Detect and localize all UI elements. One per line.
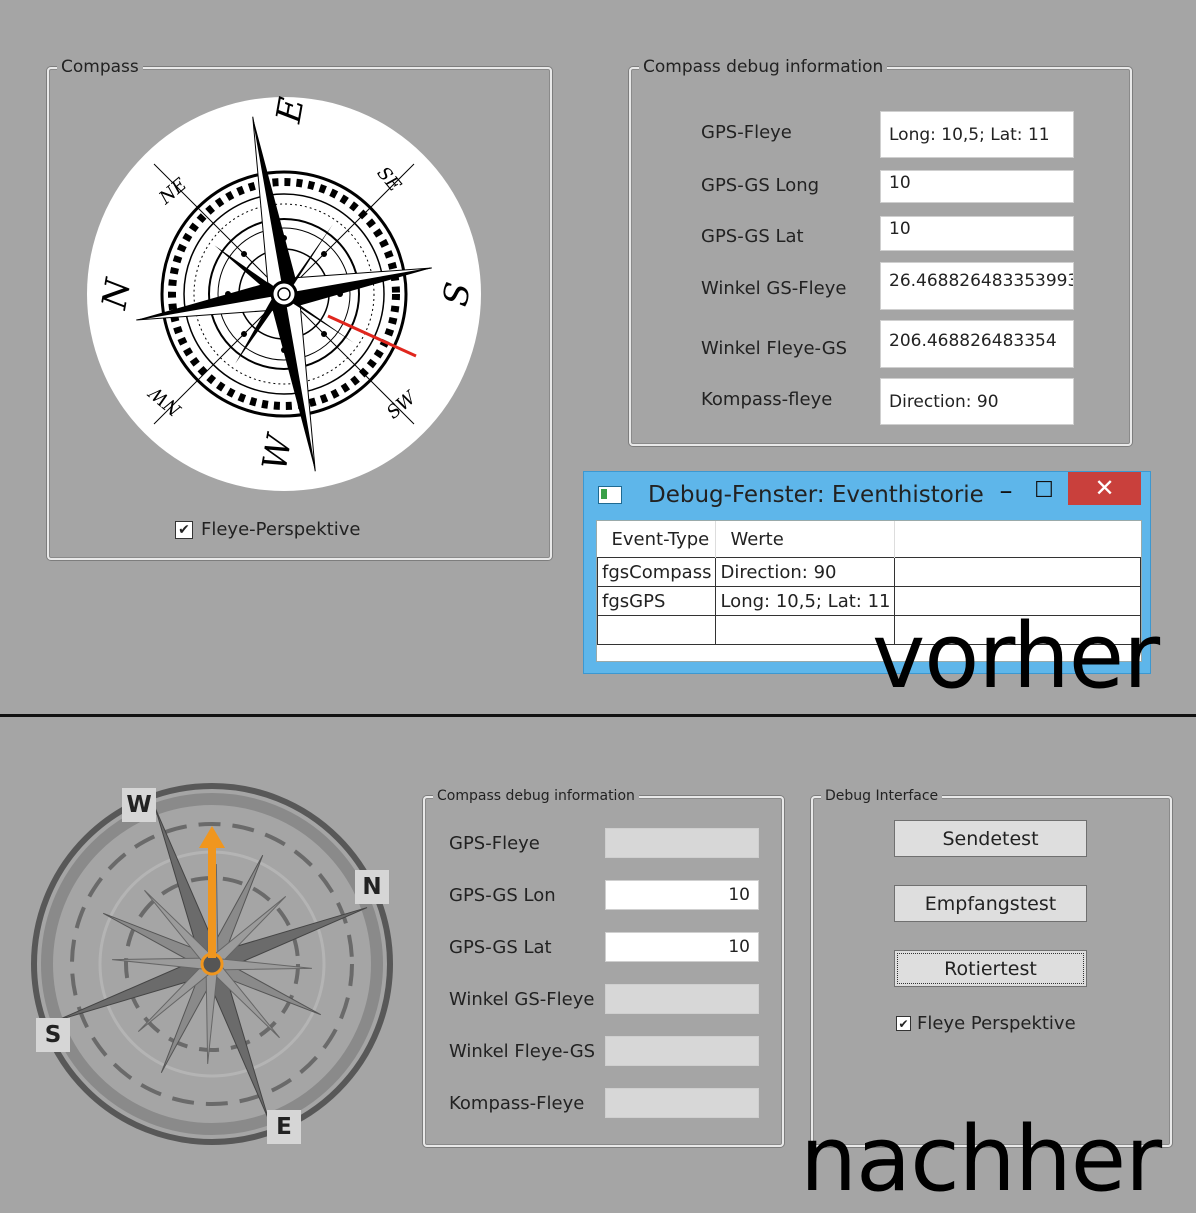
table-header-row: Event-Type Werte <box>597 521 1141 558</box>
label-gps-gs-lon: GPS-GS Lon <box>449 885 556 906</box>
label-winkel-fleye-gs: Winkel Fleye-GS <box>701 338 848 359</box>
label-winkel-gs-fleye: Winkel GS-Fleye <box>701 278 847 299</box>
checkbox-box[interactable]: ✔ <box>896 1016 911 1031</box>
maximize-button[interactable]: ☐ <box>1030 476 1058 506</box>
window-app-icon <box>598 486 622 504</box>
section-divider <box>0 714 1196 717</box>
caption-vorher: vorher <box>872 604 1160 709</box>
cell-event-type[interactable]: fgsGPS <box>596 586 717 616</box>
debug-interface-group-title: Debug Interface <box>821 788 943 804</box>
gps-gs-lon-field[interactable]: 10 <box>605 880 759 910</box>
compass-group-title: Compass <box>57 57 143 77</box>
sendetest-button[interactable]: Sendetest <box>894 820 1087 857</box>
cell-empty <box>894 557 1141 587</box>
compass-rose-modern <box>31 783 393 1145</box>
cell-empty[interactable] <box>596 615 717 645</box>
compass-letter-e: E <box>267 1110 301 1144</box>
kompass-fleye-field[interactable] <box>605 1088 759 1118</box>
compass-letter-n: N <box>355 870 389 904</box>
fleye-perspektive-checkbox-new[interactable]: ✔ Fleye Perspektive <box>896 1013 1076 1034</box>
rotiertest-button[interactable]: Rotiertest <box>894 950 1087 987</box>
fleye-checkbox-label: Fleye-Perspektive <box>201 519 361 540</box>
label-gps-fleye: GPS-Fleye <box>449 833 540 854</box>
compass-rose-classic: E S W N NE SE SW NW <box>87 96 481 491</box>
fleye-checkbox-label-new: Fleye Perspektive <box>917 1013 1076 1034</box>
label-winkel-fleye-gs: Winkel Fleye-GS <box>449 1041 596 1062</box>
gps-gs-lat-field[interactable]: 10 <box>605 932 759 962</box>
minimize-button[interactable]: – <box>992 476 1020 506</box>
cell-werte[interactable]: Direction: 90 <box>715 557 896 587</box>
column-header-werte[interactable]: Werte <box>715 521 896 558</box>
winkel-fleye-gs-field[interactable]: 206.468826483354 <box>880 320 1074 368</box>
winkel-gs-fleye-field[interactable]: 26.468826483353993 <box>880 262 1074 310</box>
label-kompass-fleye: Kompass-fleye <box>701 389 833 410</box>
gps-fleye-field[interactable]: Long: 10,5; Lat: 11 <box>880 111 1074 158</box>
label-winkel-gs-fleye: Winkel GS-Fleye <box>449 989 595 1010</box>
cell-werte[interactable]: Long: 10,5; Lat: 11 <box>715 586 896 616</box>
winkel-fleye-gs-field[interactable] <box>605 1036 759 1066</box>
checkbox-box[interactable]: ✔ <box>175 520 193 539</box>
table-row[interactable]: fgsCompass Direction: 90 <box>596 557 1141 587</box>
gps-fleye-field[interactable] <box>605 828 759 858</box>
label-gps-fleye: GPS-Fleye <box>701 122 792 143</box>
column-header-empty <box>894 521 1141 558</box>
cell-event-type[interactable]: fgsCompass <box>596 557 717 587</box>
column-header-event-type[interactable]: Event-Type <box>597 521 717 558</box>
gps-gs-long-field[interactable]: 10 <box>880 170 1074 203</box>
fleye-perspektive-checkbox[interactable]: ✔ Fleye-Perspektive <box>175 519 360 540</box>
cell-empty[interactable] <box>715 615 896 645</box>
compass-letter-w: W <box>122 788 156 822</box>
window-title: Debug-Fenster: Eventhistorie <box>648 482 984 508</box>
kompass-fleye-field[interactable]: Direction: 90 <box>880 378 1074 425</box>
close-button[interactable]: ✕ <box>1068 472 1141 505</box>
label-gps-gs-lat: GPS-GS Lat <box>701 226 804 247</box>
label-gps-gs-long: GPS-GS Long <box>701 175 820 196</box>
caption-nachher: nachher <box>800 1107 1162 1212</box>
compass-letter-s: S <box>36 1018 70 1052</box>
label-gps-gs-lat: GPS-GS Lat <box>449 937 552 958</box>
label-kompass-fleye: Kompass-Fleye <box>449 1093 585 1114</box>
winkel-gs-fleye-field[interactable] <box>605 984 759 1014</box>
compass-debug-group-title: Compass debug information <box>639 57 888 77</box>
empfangstest-button[interactable]: Empfangstest <box>894 885 1087 922</box>
gps-gs-lat-field[interactable]: 10 <box>880 216 1074 251</box>
compass-debug-group-title-new: Compass debug information <box>433 788 639 804</box>
